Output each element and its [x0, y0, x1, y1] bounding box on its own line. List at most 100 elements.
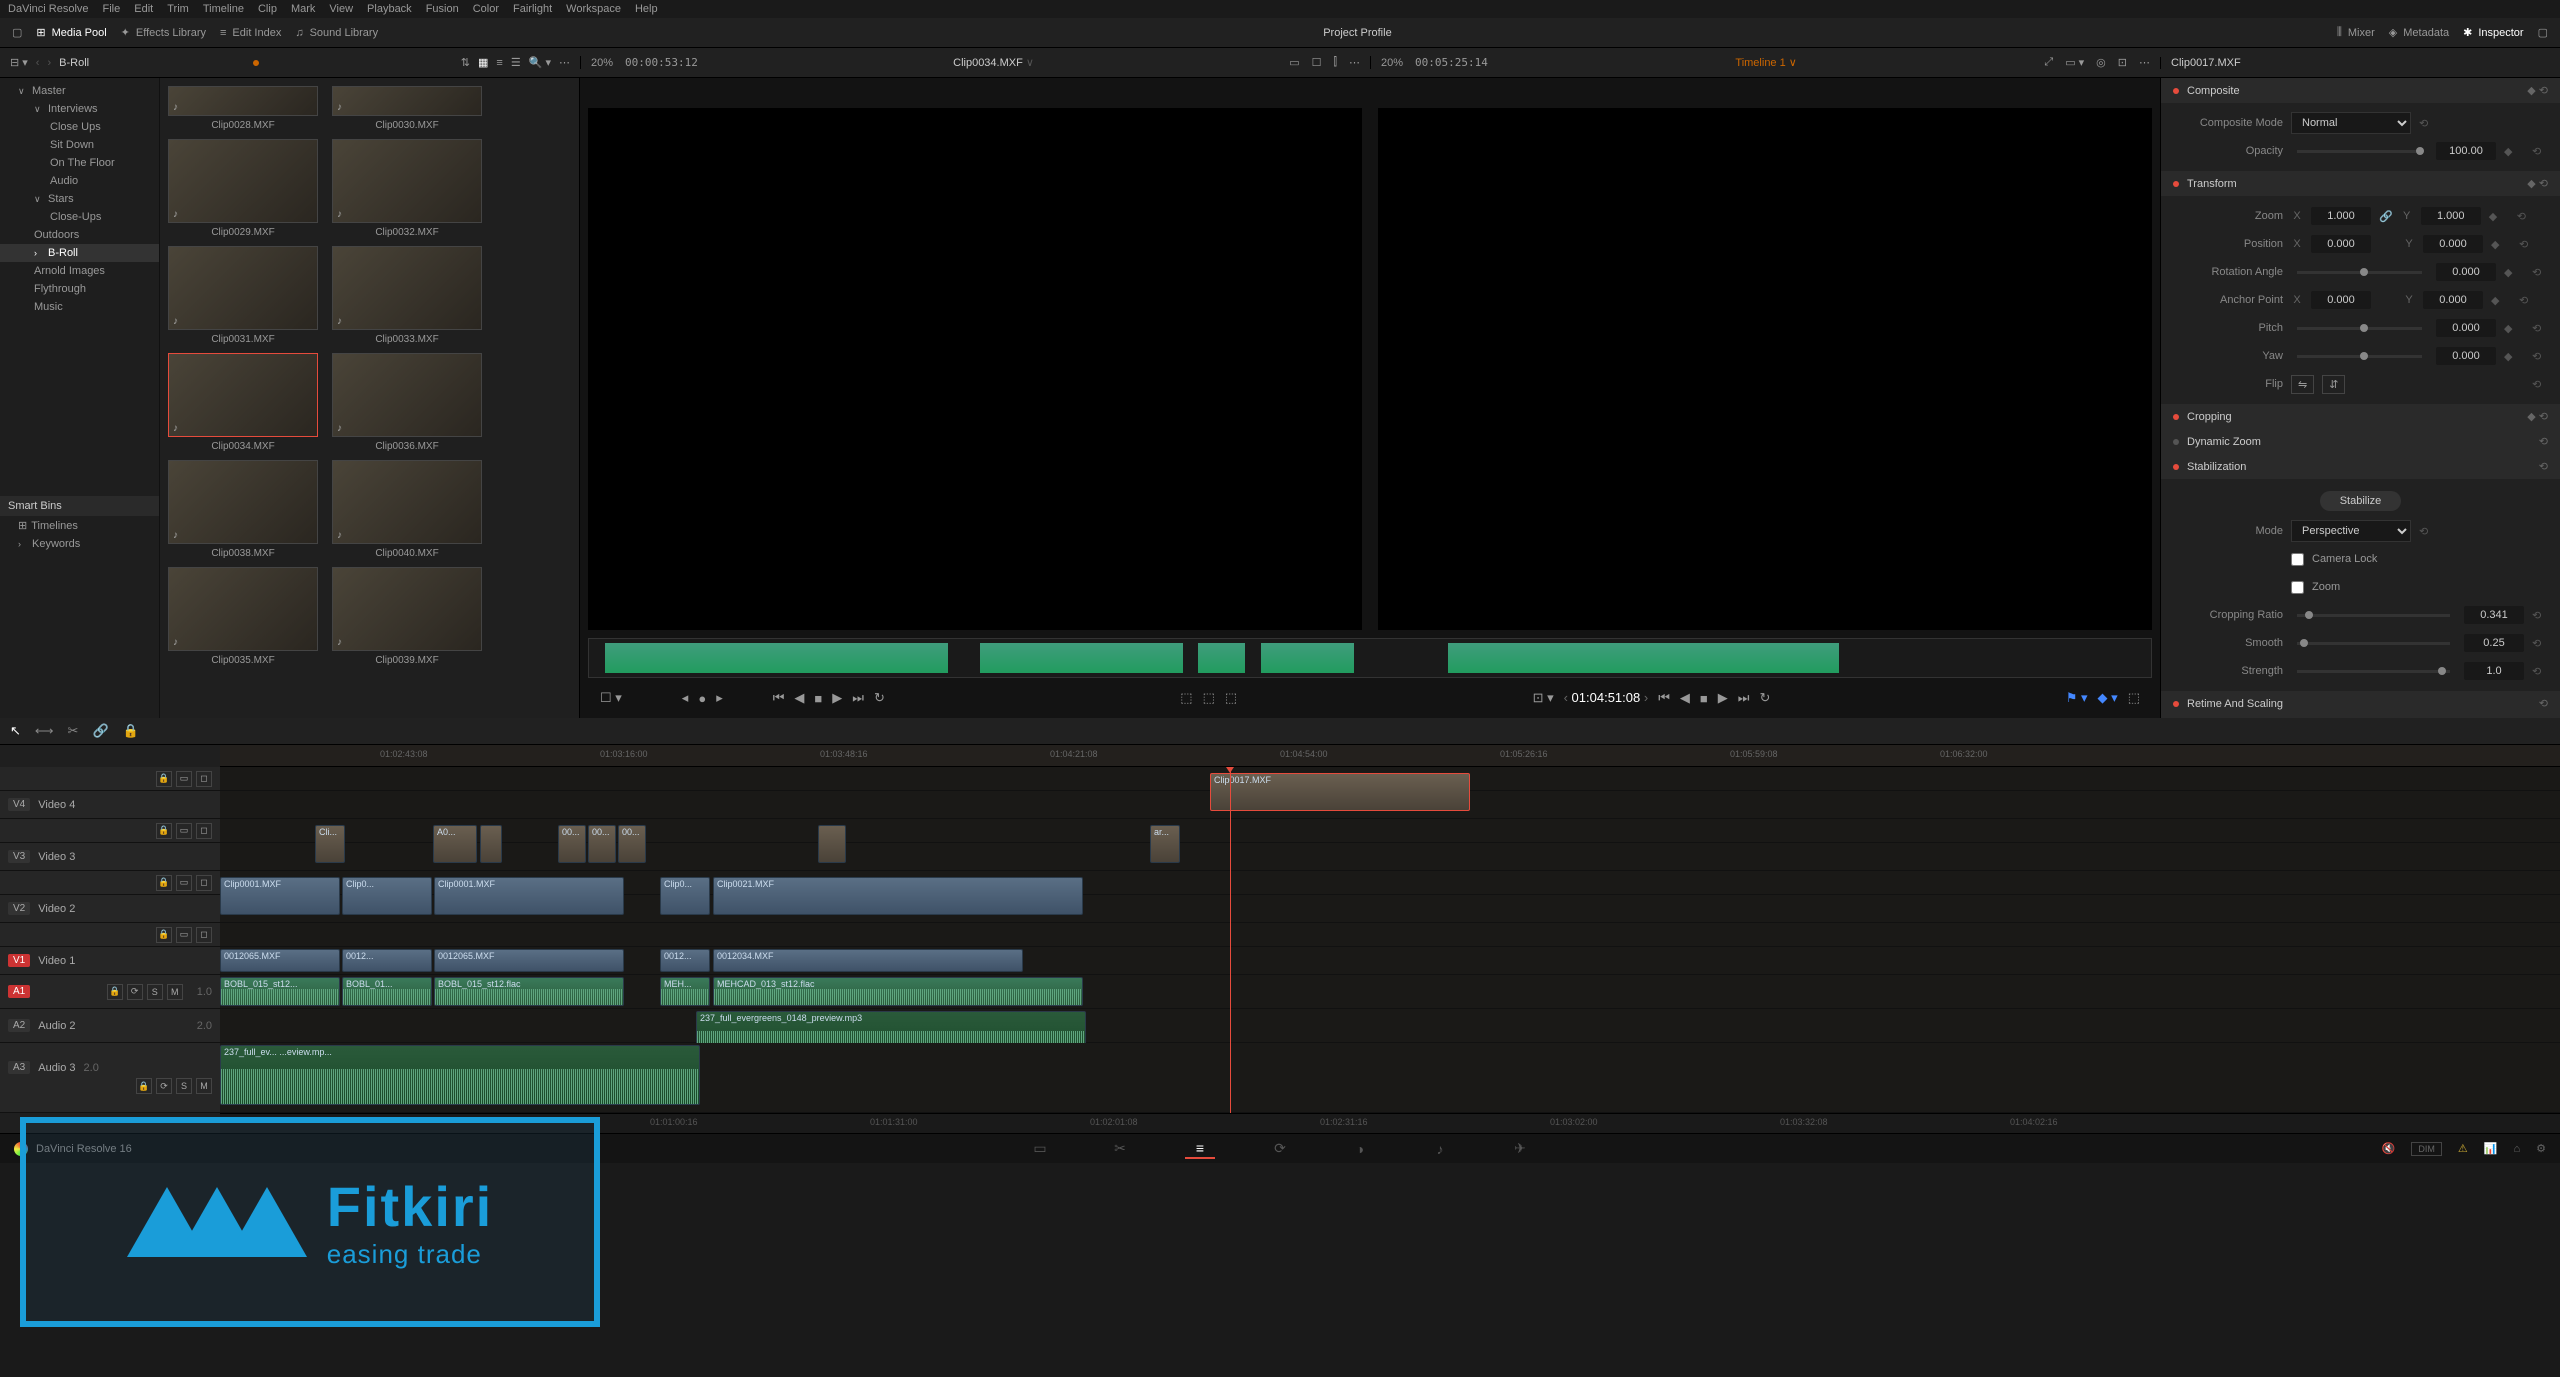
strength-value[interactable]: 1.0	[2464, 662, 2524, 680]
audio-clip[interactable]: BOBL_015_st12.flac	[434, 977, 624, 1006]
clip[interactable]: 00...	[618, 825, 646, 863]
clip[interactable]: A0...	[433, 825, 477, 863]
play-icon[interactable]: ▶	[832, 690, 842, 706]
media-pool-button[interactable]: ⊞Media Pool	[36, 26, 106, 39]
camera-lock-checkbox[interactable]	[2291, 553, 2304, 566]
src-opt3-icon[interactable]: ⫿	[1333, 56, 1337, 69]
menu-item[interactable]: Fusion	[426, 3, 459, 15]
bin-outdoors[interactable]: Outdoors	[0, 226, 159, 244]
dim-icon[interactable]: DIM	[2411, 1142, 2442, 1156]
smooth-value[interactable]: 0.25	[2464, 634, 2524, 652]
dynamic-zoom-header[interactable]: Dynamic Zoom⟲	[2161, 429, 2560, 454]
clip-thumb[interactable]: Clip0029.MXF	[168, 139, 318, 238]
bin-arnold[interactable]: Arnold Images	[0, 262, 159, 280]
timeline-name[interactable]: Timeline 1	[1735, 57, 1785, 69]
composite-mode-select[interactable]: Normal	[2291, 112, 2411, 134]
edit-index-button[interactable]: ≡Edit Index	[220, 27, 281, 39]
rotation-value[interactable]: 0.000	[2436, 263, 2496, 281]
flip-v-icon[interactable]: ⇵	[2322, 375, 2345, 394]
stabilize-button[interactable]: Stabilize	[2320, 491, 2402, 511]
track-tag-v4[interactable]: V4	[8, 798, 30, 811]
crop-ratio-slider[interactable]	[2297, 614, 2450, 617]
razor-tool-icon[interactable]: ✂	[68, 723, 79, 739]
lock-tool-icon[interactable]: 🔒	[123, 723, 139, 739]
fit-icon[interactable]: ⊡ ▾	[1533, 690, 1554, 706]
source-audio-waveform[interactable]	[588, 638, 2152, 678]
menu-item[interactable]: Mark	[291, 3, 315, 15]
yaw-slider[interactable]	[2297, 355, 2422, 358]
clip-thumb[interactable]: Clip0035.MXF	[168, 567, 318, 666]
audio-clip[interactable]: 237_full_ev... ...eview.mp...	[220, 1045, 700, 1105]
bin-master[interactable]: ∨Master	[0, 82, 159, 100]
link-icon[interactable]: 🔗	[2379, 210, 2393, 223]
bin-onfloor[interactable]: On The Floor	[0, 154, 159, 172]
mixer-button[interactable]: ⫼Mixer	[2337, 26, 2375, 39]
lens-header[interactable]: Lens Correction◆ ⟲	[2161, 716, 2560, 718]
clip[interactable]: Clip0001.MXF	[220, 877, 340, 915]
search-icon[interactable]: 🔍 ▾	[529, 56, 551, 69]
src-mode-icon[interactable]: ☐ ▾	[600, 690, 622, 706]
last-frame-icon[interactable]: ⏭	[852, 690, 864, 706]
options-icon[interactable]: ⋯	[559, 56, 570, 69]
clip-v4[interactable]: Clip0017.MXF	[1210, 773, 1470, 811]
src-options-icon[interactable]: ⋯	[1349, 56, 1360, 69]
cut-page-icon[interactable]: ✂	[1105, 1139, 1135, 1159]
cropping-header[interactable]: Cropping◆ ⟲	[2161, 404, 2560, 429]
color-page-icon[interactable]: ◑	[1345, 1139, 1375, 1159]
zoom-y[interactable]: 1.000	[2421, 207, 2481, 225]
pos-y[interactable]: 0.000	[2423, 235, 2483, 253]
rec-options-icon[interactable]: ⋯	[2139, 56, 2150, 69]
clip[interactable]	[818, 825, 846, 863]
anchor-x[interactable]: 0.000	[2311, 291, 2371, 309]
metadata-button[interactable]: ◈Metadata	[2389, 26, 2449, 39]
lock-icon[interactable]: 🔒	[156, 771, 172, 787]
bin-stars-close[interactable]: Close-Ups	[0, 208, 159, 226]
stab-mode-select[interactable]: Perspective	[2291, 520, 2411, 542]
deliver-page-icon[interactable]: ✈	[1505, 1139, 1535, 1159]
menu-item[interactable]: View	[329, 3, 353, 15]
smooth-slider[interactable]	[2297, 642, 2450, 645]
composite-header[interactable]: Composite◆ ⟲	[2161, 78, 2560, 103]
flip-h-icon[interactable]: ⇋	[2291, 375, 2314, 394]
src-opt1-icon[interactable]: ▭	[1289, 56, 1299, 69]
clip[interactable]: Clip0021.MXF	[713, 877, 1083, 915]
clip[interactable]: 00...	[558, 825, 586, 863]
thumb-view-icon[interactable]: ▦	[478, 56, 488, 69]
audio-clip[interactable]: MEHCAD_013_st12.flac	[713, 977, 1083, 1006]
strip-view-icon[interactable]: ☰	[511, 56, 521, 69]
rec-first-icon[interactable]: ⏮	[1658, 690, 1670, 706]
home-icon[interactable]: ⌂	[2513, 1143, 2520, 1155]
audio-clip[interactable]: BOBL_015_st12...	[220, 977, 340, 1006]
clip-thumb[interactable]: Clip0030.MXF	[332, 86, 482, 131]
bin-dropdown-icon[interactable]: ⊟ ▾	[10, 56, 28, 69]
bin-audio[interactable]: Audio	[0, 172, 159, 190]
clip-thumb[interactable]: Clip0032.MXF	[332, 139, 482, 238]
clip-thumb[interactable]: Clip0036.MXF	[332, 353, 482, 452]
menu-item[interactable]: Playback	[367, 3, 412, 15]
audio-clip[interactable]: MEH...	[660, 977, 710, 1006]
source-viewer[interactable]	[588, 108, 1362, 630]
stop-icon[interactable]: ■	[814, 691, 822, 706]
opacity-slider[interactable]	[2297, 150, 2422, 153]
clip-thumb[interactable]: Clip0038.MXF	[168, 460, 318, 559]
track-tag-a1[interactable]: A1	[8, 985, 30, 998]
track-tag-a3[interactable]: A3	[8, 1061, 30, 1074]
retime-header[interactable]: Retime And Scaling⟲	[2161, 691, 2560, 716]
first-frame-icon[interactable]: ⏮	[773, 690, 785, 706]
src-opt2-icon[interactable]: ☐	[1312, 56, 1322, 69]
edit-page-icon[interactable]: ≡	[1185, 1139, 1215, 1159]
list-view-icon[interactable]: ≡	[496, 57, 502, 69]
play-reverse-icon[interactable]: ◀	[794, 690, 804, 706]
transform-header[interactable]: Transform◆ ⟲	[2161, 171, 2560, 196]
bin-broll[interactable]: ›B-Roll	[0, 244, 159, 262]
clip-thumb[interactable]: Clip0039.MXF	[332, 567, 482, 666]
inspector-button[interactable]: ✱Inspector	[2463, 26, 2523, 39]
playhead[interactable]	[1230, 767, 1231, 1113]
mute-icon[interactable]: ◻	[196, 771, 212, 787]
bin-fly[interactable]: Flythrough	[0, 280, 159, 298]
link-tool-icon[interactable]: 🔗	[92, 723, 108, 739]
record-viewer[interactable]	[1378, 108, 2152, 630]
zoom-x[interactable]: 1.000	[2311, 207, 2371, 225]
src-clip-name[interactable]: Clip0034.MXF	[953, 57, 1023, 69]
bin-interviews[interactable]: ∨Interviews	[0, 100, 159, 118]
